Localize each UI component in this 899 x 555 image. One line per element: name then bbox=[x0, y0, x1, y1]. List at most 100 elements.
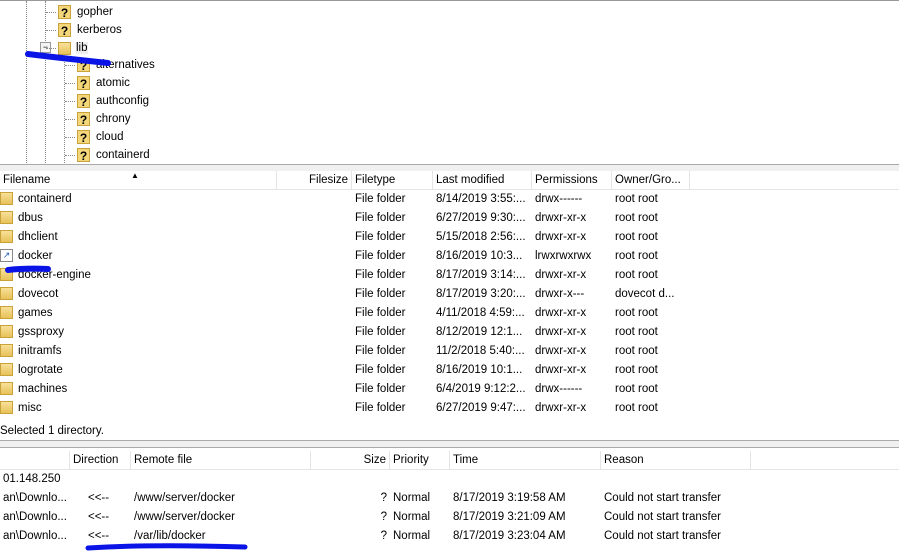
owner-text: root root bbox=[615, 249, 658, 262]
name-text: dbus bbox=[18, 211, 43, 224]
modified-text: 6/27/2019 9:47:... bbox=[436, 401, 526, 414]
queue-column-header-3[interactable]: Size bbox=[311, 451, 390, 469]
table-row[interactable]: dbus File folder 6/27/2019 9:30:... drwxr-x… bbox=[0, 208, 690, 227]
table-row[interactable]: containerd File folder 8/14/2019 3:55:... d… bbox=[0, 189, 690, 208]
queue-row[interactable]: an\Downlo... <<-- /www/server/docker? Norma… bbox=[0, 488, 751, 507]
name-text: dovecot bbox=[18, 287, 59, 300]
cell-modified: 6/4/2019 9:12:2... bbox=[433, 383, 532, 395]
queue-server-row[interactable]: 01.148.250 bbox=[0, 469, 64, 488]
modified-text: 8/16/2019 10:3... bbox=[436, 249, 523, 262]
remote-directory-tree[interactable]: − ? gopher? kerberos lib? alternatives? atomi… bbox=[0, 0, 899, 165]
owner-text: root root bbox=[615, 382, 658, 395]
queue-column-header-6[interactable]: Reason bbox=[601, 451, 751, 469]
tree-item-alternatives[interactable]: ? alternatives bbox=[77, 56, 155, 74]
cell-owner: root root bbox=[612, 250, 690, 262]
name-text: games bbox=[18, 306, 53, 319]
cell-perms: drwxr-x--- bbox=[532, 288, 612, 300]
cell-modified: 6/27/2019 9:47:... bbox=[433, 402, 532, 414]
owner-text: root root bbox=[615, 363, 658, 376]
modified-text: 4/11/2018 4:59:... bbox=[436, 306, 525, 319]
server-address: 01.148.250 bbox=[3, 472, 61, 485]
cell-owner: root root bbox=[612, 326, 690, 338]
queue-cell-direction: <<-- bbox=[88, 529, 110, 542]
table-row[interactable]: initramfs File folder 11/2/2018 5:40:... dr… bbox=[0, 341, 690, 360]
unknown-folder-icon: ? bbox=[77, 112, 90, 127]
tree-item-lib[interactable]: lib bbox=[58, 39, 88, 57]
table-row[interactable]: gssproxy File folder 8/12/2019 12:1... drwx… bbox=[0, 322, 690, 341]
owner-text: root root bbox=[615, 401, 658, 414]
cell-type: File folder bbox=[352, 345, 433, 357]
cell-owner: dovecot d... bbox=[612, 288, 690, 300]
tree-item-containerd[interactable]: ? containerd bbox=[77, 146, 150, 164]
cell-type: File folder bbox=[352, 250, 433, 262]
queue-column-header-1[interactable]: Direction bbox=[70, 451, 131, 469]
tree-item-authconfig[interactable]: ? authconfig bbox=[77, 92, 149, 110]
column-header-5[interactable]: Owner/Gro... bbox=[612, 171, 690, 189]
type-text: File folder bbox=[355, 230, 406, 243]
column-header-2[interactable]: Filetype bbox=[352, 171, 433, 189]
table-row[interactable]: misc File folder 6/27/2019 9:47:... drwxr-x… bbox=[0, 398, 690, 417]
table-row[interactable]: machines File folder 6/4/2019 9:12:2... drw… bbox=[0, 379, 690, 398]
tree-connector bbox=[46, 12, 56, 13]
queue-cell-priority: Normal bbox=[393, 510, 431, 523]
queue-row[interactable]: an\Downlo... <<-- /var/lib/docker? Normal 8/… bbox=[0, 526, 751, 545]
queue-header: Direction Remote file Size Priority Time Reas… bbox=[0, 451, 899, 470]
table-row[interactable]: dovecot File folder 8/17/2019 3:20:... drwx… bbox=[0, 284, 690, 303]
tree-item-atomic[interactable]: ? atomic bbox=[77, 74, 130, 92]
tree-item-label: alternatives bbox=[96, 59, 155, 71]
cell-owner: root root bbox=[612, 364, 690, 376]
cell-modified: 8/17/2019 3:14:... bbox=[433, 269, 532, 281]
table-row[interactable]: games File folder 4/11/2018 4:59:... drwxr-… bbox=[0, 303, 690, 322]
cell-owner: root root bbox=[612, 231, 690, 243]
queue-cell-local: an\Downlo... bbox=[3, 491, 67, 504]
owner-text: root root bbox=[615, 325, 658, 338]
table-row[interactable]: dhclient File folder 5/15/2018 2:56:... drw… bbox=[0, 227, 690, 246]
name-text: gssproxy bbox=[18, 325, 65, 338]
tree-item-kerberos[interactable]: ? kerberos bbox=[58, 21, 122, 39]
tree-connector bbox=[46, 48, 56, 49]
column-header-3[interactable]: Last modified bbox=[433, 171, 532, 189]
cell-modified: 11/2/2018 5:40:... bbox=[433, 345, 532, 357]
queue-row[interactable]: an\Downlo... <<-- /www/server/docker? Norma… bbox=[0, 507, 751, 526]
modified-text: 8/16/2019 10:1... bbox=[436, 363, 523, 376]
tree-connector bbox=[65, 83, 75, 84]
queue-column-header-5[interactable]: Time bbox=[450, 451, 601, 469]
tree-connector bbox=[65, 65, 75, 66]
cell-name: logrotate bbox=[0, 363, 277, 376]
owner-text: root root bbox=[615, 268, 658, 281]
tree-connector bbox=[46, 30, 56, 31]
cell-perms: drwxr-xr-x bbox=[532, 364, 612, 376]
symlink-folder-icon: ↗ bbox=[0, 249, 13, 262]
folder-icon bbox=[0, 230, 13, 243]
tree-item-chrony[interactable]: ? chrony bbox=[77, 110, 131, 128]
table-row[interactable]: docker-engine File folder 8/17/2019 3:14:.… bbox=[0, 265, 690, 284]
folder-icon bbox=[0, 211, 13, 224]
panel-splitter[interactable] bbox=[0, 440, 899, 448]
queue-cell-reason: Could not start transfer bbox=[604, 491, 721, 504]
cell-perms: drwx------ bbox=[532, 383, 612, 395]
tree-item-gopher[interactable]: ? gopher bbox=[58, 3, 113, 21]
tree-item-cloud[interactable]: ? cloud bbox=[77, 128, 124, 146]
type-text: File folder bbox=[355, 249, 406, 262]
name-text: misc bbox=[18, 401, 42, 414]
column-header-4[interactable]: Permissions bbox=[532, 171, 612, 189]
type-text: File folder bbox=[355, 268, 406, 281]
perms-text: drwxr-xr-x bbox=[535, 230, 587, 243]
tree-item-label: gopher bbox=[77, 6, 113, 18]
folder-icon bbox=[0, 192, 13, 205]
cell-name: misc bbox=[0, 401, 277, 414]
perms-text: drwxr-xr-x bbox=[535, 325, 587, 338]
table-row[interactable]: logrotate File folder 8/16/2019 10:1... drw… bbox=[0, 360, 690, 379]
column-header-1[interactable]: Filesize bbox=[277, 171, 352, 189]
queue-column-header-2[interactable]: Remote file bbox=[131, 451, 311, 469]
folder-icon bbox=[0, 382, 13, 395]
modified-text: 11/2/2018 5:40:... bbox=[436, 344, 525, 357]
tree-item-label: cloud bbox=[96, 131, 124, 143]
tree-guide-line bbox=[45, 1, 46, 163]
folder-icon bbox=[0, 363, 13, 376]
queue-column-header-4[interactable]: Priority bbox=[390, 451, 450, 469]
queue-column-header-0[interactable] bbox=[0, 451, 70, 469]
table-row[interactable]: ↗ docker File folder 8/16/2019 10:3... lrwxr… bbox=[0, 246, 690, 265]
queue-cell-local: an\Downlo... bbox=[3, 510, 67, 523]
perms-text: drwxr-xr-x bbox=[535, 363, 587, 376]
